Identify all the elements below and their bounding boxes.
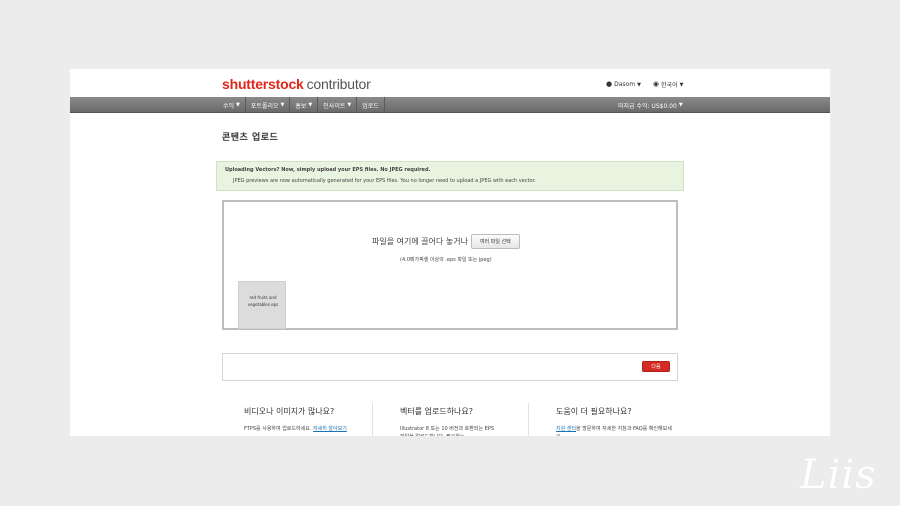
- shutterstock-logo[interactable]: shutterstock contributor: [222, 76, 371, 92]
- main-nav: 수익 ▼ 포트폴리오 ▼ 홍보 ▼ 인사이트 ▼ 업로드 미지급 수익: US$…: [70, 97, 830, 113]
- upload-dropzone[interactable]: 파일을 여기에 끌어다 놓거나 여러 파일 선택 (4.0메가픽셀 이상의 .e…: [222, 200, 678, 330]
- nav-item-label: 인사이트: [323, 102, 346, 110]
- nav-item-earnings[interactable]: 수익 ▼: [218, 97, 246, 113]
- divider: [528, 403, 529, 436]
- handwritten-signature: Liis: [800, 452, 877, 498]
- help-vectors: 벡터를 업로드하나요? Illustrator 8 또는 10 버전과 호환되는…: [400, 406, 500, 436]
- next-bar: 다음: [222, 353, 678, 381]
- next-button[interactable]: 다음: [642, 361, 670, 372]
- language-label: 한국어: [661, 82, 678, 89]
- help-ftps: 비디오나 이미지가 많나요? FTPS를 사용하여 업로드하세요. 자세히 알아…: [244, 406, 354, 433]
- help-body: FTPS를 사용하여 업로드하세요.: [244, 426, 313, 432]
- notice-body: JPEG previews are now automatically gene…: [233, 178, 536, 184]
- select-files-button[interactable]: 여러 파일 선택: [470, 234, 520, 249]
- help-title: 벡터를 업로드하나요?: [400, 407, 474, 416]
- nav-item-portfolio[interactable]: 포트폴리오 ▼: [246, 97, 291, 113]
- nav-item-insights[interactable]: 인사이트 ▼: [318, 97, 358, 113]
- chevron-down-icon: ▼: [637, 81, 641, 88]
- drop-instructions: 파일을 여기에 끌어다 놓거나 여러 파일 선택: [372, 234, 520, 249]
- chevron-down-icon: ▼: [678, 102, 683, 108]
- nav-item-label: 업로드: [362, 102, 379, 110]
- notice-headline: Uploading Vectors? Now, simply upload yo…: [225, 167, 431, 173]
- help-text: FTPS를 사용하여 업로드하세요. 자세히 알아보기: [244, 425, 354, 433]
- thumbnail-filename: red fruits and vegetables.eps: [247, 295, 279, 307]
- nav-item-upload[interactable]: 업로드: [357, 97, 385, 113]
- support-center-link[interactable]: 지원 센터: [556, 426, 576, 432]
- chevron-down-icon: ▼: [280, 102, 285, 108]
- logo-sub: contributor: [306, 76, 371, 92]
- divider: [372, 403, 373, 436]
- chevron-down-icon: ▼: [236, 102, 240, 108]
- nav-item-promote[interactable]: 홍보 ▼: [290, 97, 319, 113]
- chevron-down-icon: ▼: [679, 81, 684, 88]
- help-text: 지원 센터을 방문하여 자세한 지침과 FAQ를 확인해보세요.: [556, 425, 676, 436]
- contributor-page: shutterstock contributor ● Dasom ▼ ◉ 한국어 …: [70, 69, 830, 436]
- top-header: shutterstock contributor ● Dasom ▼ ◉ 한국어 …: [70, 69, 830, 97]
- drop-text: 파일을 여기에 끌어다 놓거나: [372, 237, 468, 246]
- help-text: Illustrator 8 또는 10 버전과 호환되는 EPS 파일을 업로드…: [400, 426, 495, 436]
- help-support: 도움이 더 필요하나요? 지원 센터을 방문하여 자세한 지침과 FAQ를 확인…: [556, 406, 676, 436]
- help-title: 비디오나 이미지가 많나요?: [244, 407, 335, 416]
- nav-items: 수익 ▼ 포트폴리오 ▼ 홍보 ▼ 인사이트 ▼ 업로드: [218, 97, 385, 113]
- header-right: ● Dasom ▼ ◉ 한국어 ▼: [606, 80, 684, 90]
- file-requirements: (4.0메가픽셀 이상의 .eps 파일 또는 jpeg): [400, 257, 492, 263]
- unpaid-earnings-label: 미지급 수익: US$0.00: [618, 102, 677, 110]
- unpaid-earnings[interactable]: 미지급 수익: US$0.00 ▼: [618, 97, 683, 113]
- chevron-down-icon: ▼: [308, 102, 313, 108]
- page-title: 콘텐츠 업로드: [222, 133, 279, 143]
- user-name: Dasom: [614, 81, 636, 88]
- vector-notice: Uploading Vectors? Now, simply upload yo…: [216, 161, 684, 191]
- nav-item-label: 홍보: [295, 102, 307, 110]
- user-icon: ●: [606, 80, 613, 88]
- nav-item-label: 포트폴리오: [250, 102, 279, 110]
- language-menu[interactable]: ◉ 한국어 ▼: [652, 80, 684, 90]
- logo-brand: shutterstock: [222, 76, 304, 92]
- help-title: 도움이 더 필요하나요?: [556, 407, 632, 416]
- globe-icon: ◉: [652, 80, 660, 88]
- chevron-down-icon: ▼: [347, 102, 352, 108]
- nav-item-label: 수익: [223, 102, 235, 110]
- user-menu[interactable]: ● Dasom ▼: [606, 80, 641, 89]
- uploaded-file-thumbnail[interactable]: red fruits and vegetables.eps: [238, 281, 286, 329]
- learn-more-link[interactable]: 자세히 알아보기: [313, 426, 347, 432]
